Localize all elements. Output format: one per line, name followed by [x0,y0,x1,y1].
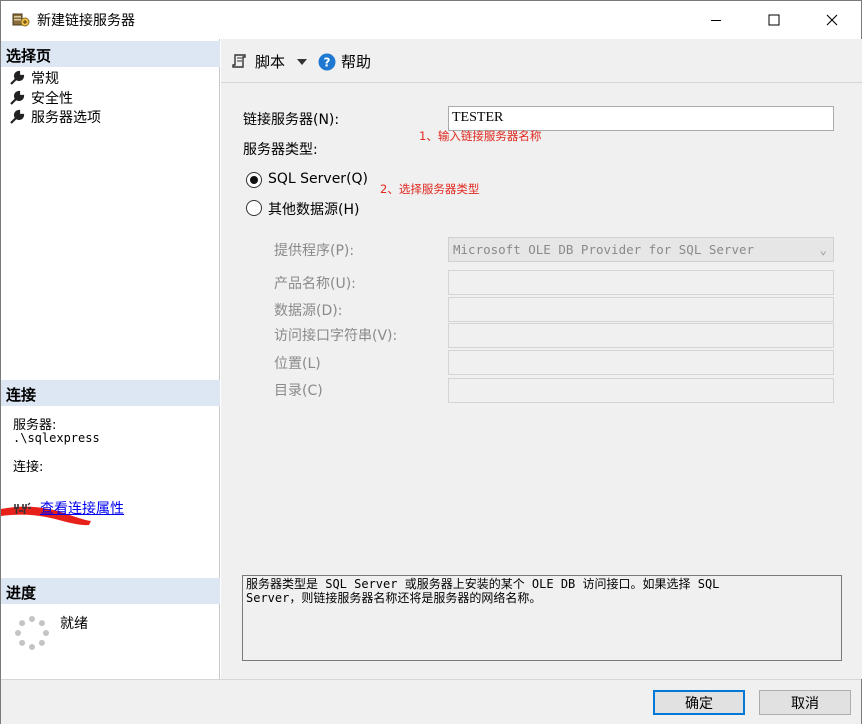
select-page-header: 选择页 [1,41,220,67]
wrench-icon [10,90,25,105]
progress-spinner-icon [15,616,49,650]
nav-item-general[interactable]: 常规 [9,68,59,88]
button-bar: 确定 取消 [1,679,861,724]
cancel-button[interactable]: 取消 [759,690,851,715]
radio-other-data-source[interactable] [246,200,262,216]
progress-status: 就绪 [60,616,88,632]
product-name-label: 产品名称(U): [274,276,356,292]
window-title: 新建链接服务器 [37,13,135,29]
script-button[interactable]: 脚本 [231,51,308,72]
catalog-input[interactable] [448,378,834,403]
annotation-2: 2、选择服务器类型 [380,182,480,196]
toolbar: 脚本 ? 帮助 [221,39,862,83]
close-icon [826,14,838,26]
svg-text:?: ? [324,55,331,69]
description-box: 服务器类型是 SQL Server 或服务器上安装的某个 OLE DB 访问接口… [242,575,842,661]
progress-header: 进度 [1,578,220,604]
script-icon [232,53,246,68]
help-icon: ? [318,53,336,70]
linked-server-label: 链接服务器(N): [243,112,340,128]
location-label: 位置(L) [274,356,321,372]
provider-select[interactable]: Microsoft OLE DB Provider for SQL Server… [448,237,834,262]
close-button[interactable] [803,1,861,39]
data-source-label: 数据源(D): [274,303,343,319]
connection-properties-icon [14,502,31,514]
nav-item-server-options[interactable]: 服务器选项 [9,107,101,127]
chevron-down-icon: ⌄ [819,242,827,257]
general-page-content: 链接服务器(N): TESTER 1、输入链接服务器名称 服务器类型: SQL … [221,83,862,679]
radio-sql-server-label[interactable]: SQL Server(Q) [268,171,368,187]
provider-label: 提供程序(P): [274,243,355,259]
maximize-button[interactable] [745,1,803,39]
nav-item-label: 服务器选项 [31,110,101,126]
title-bar: 新建链接服务器 [1,1,861,39]
nav-item-label: 常规 [31,71,59,87]
nav-item-security[interactable]: 安全性 [9,88,73,108]
radio-sql-server[interactable] [246,172,262,188]
location-input[interactable] [448,350,834,375]
server-value: .\sqlexpress [13,431,100,445]
wrench-icon [10,70,25,85]
chevron-down-icon[interactable] [297,58,308,65]
connection-label: 连接: [13,460,44,475]
catalog-label: 目录(C) [274,383,323,399]
script-label: 脚本 [255,53,286,71]
linked-server-app-icon [12,13,30,27]
provider-string-label: 访问接口字符串(V): [274,328,398,344]
minimize-icon [711,20,721,21]
radio-other-data-source-label[interactable]: 其他数据源(H) [268,199,359,219]
connection-header: 连接 [1,380,220,406]
nav-item-label: 安全性 [31,91,73,107]
help-button[interactable]: ? 帮助 [318,51,371,72]
annotation-1: 1、输入链接服务器名称 [419,129,542,143]
wrench-icon [10,109,25,124]
help-label: 帮助 [341,53,372,71]
provider-value: Microsoft OLE DB Provider for SQL Server [453,242,755,257]
server-type-label: 服务器类型: [243,142,318,158]
view-connection-properties-link[interactable]: 查看连接属性 [40,498,124,518]
data-source-input[interactable] [448,297,834,322]
ok-button[interactable]: 确定 [653,690,745,715]
dialog-window: 新建链接服务器 选择页 常规 安全性 服务器选项 连接 服务器: .\sqlex… [0,0,862,724]
product-name-input[interactable] [448,270,834,295]
provider-string-input[interactable] [448,323,834,348]
maximize-icon [768,14,780,26]
left-panel: 选择页 常规 安全性 服务器选项 连接 服务器: .\sqlexpress 连接… [1,39,220,679]
minimize-button[interactable] [687,1,745,39]
